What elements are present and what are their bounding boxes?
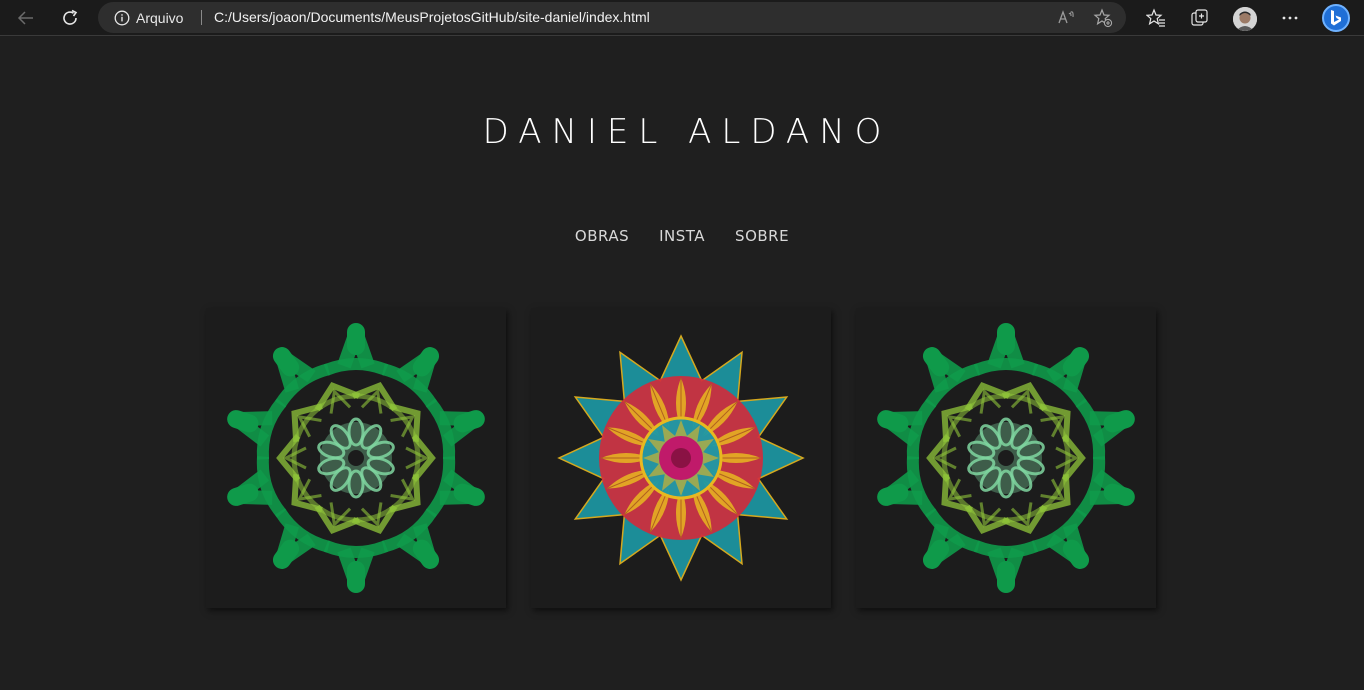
collections-button[interactable]: [1186, 4, 1214, 32]
profile-button[interactable]: [1231, 5, 1259, 33]
artwork-card[interactable]: [531, 308, 831, 608]
address-divider: [201, 10, 202, 25]
site-title: DANIEL ALDANO: [482, 112, 892, 152]
reload-button[interactable]: [56, 4, 84, 32]
url-text[interactable]: C:/Users/joaon/Documents/MeusProjetosGit…: [214, 2, 650, 33]
more-options-button[interactable]: [1276, 4, 1304, 32]
green-mandala-artwork: [877, 323, 1135, 593]
green-mandala-artwork: [227, 323, 485, 593]
gallery: [206, 308, 1156, 608]
page-content: DANIEL ALDANO OBRAS INSTA SOBRE: [0, 37, 1364, 690]
colorful-mandala-artwork: [557, 334, 805, 582]
avatar: [1233, 7, 1257, 31]
nav-link-obras[interactable]: OBRAS: [575, 227, 629, 245]
artwork-card[interactable]: [206, 308, 506, 608]
back-button[interactable]: [12, 4, 40, 32]
read-aloud-button[interactable]: [1055, 6, 1079, 30]
ellipsis-icon: [1282, 16, 1298, 20]
add-favorite-button[interactable]: [1091, 6, 1115, 30]
address-bar[interactable]: Arquivo C:/Users/joaon/Documents/MeusPro…: [98, 2, 1126, 33]
bing-icon: [1331, 10, 1341, 26]
artwork-card[interactable]: [856, 308, 1156, 608]
info-icon: [114, 10, 130, 25]
nav-link-insta[interactable]: INSTA: [659, 227, 705, 245]
reload-icon: [63, 9, 78, 25]
site-info-button[interactable]: Arquivo: [114, 2, 183, 33]
main-nav: OBRAS INSTA SOBRE: [0, 227, 1364, 245]
browser-toolbar: Arquivo C:/Users/joaon/Documents/MeusPro…: [0, 0, 1364, 36]
nav-link-sobre[interactable]: SOBRE: [735, 227, 789, 245]
user-photo-icon: [1233, 7, 1257, 31]
site-info-label: Arquivo: [136, 9, 184, 26]
collections-icon: [1191, 9, 1208, 26]
star-add-icon: [1093, 8, 1113, 28]
read-aloud-icon: [1058, 10, 1074, 24]
favorites-button[interactable]: [1142, 4, 1170, 32]
bing-chat-button[interactable]: [1321, 3, 1351, 33]
arrow-left-icon: [17, 11, 33, 25]
favorites-icon: [1146, 8, 1165, 27]
